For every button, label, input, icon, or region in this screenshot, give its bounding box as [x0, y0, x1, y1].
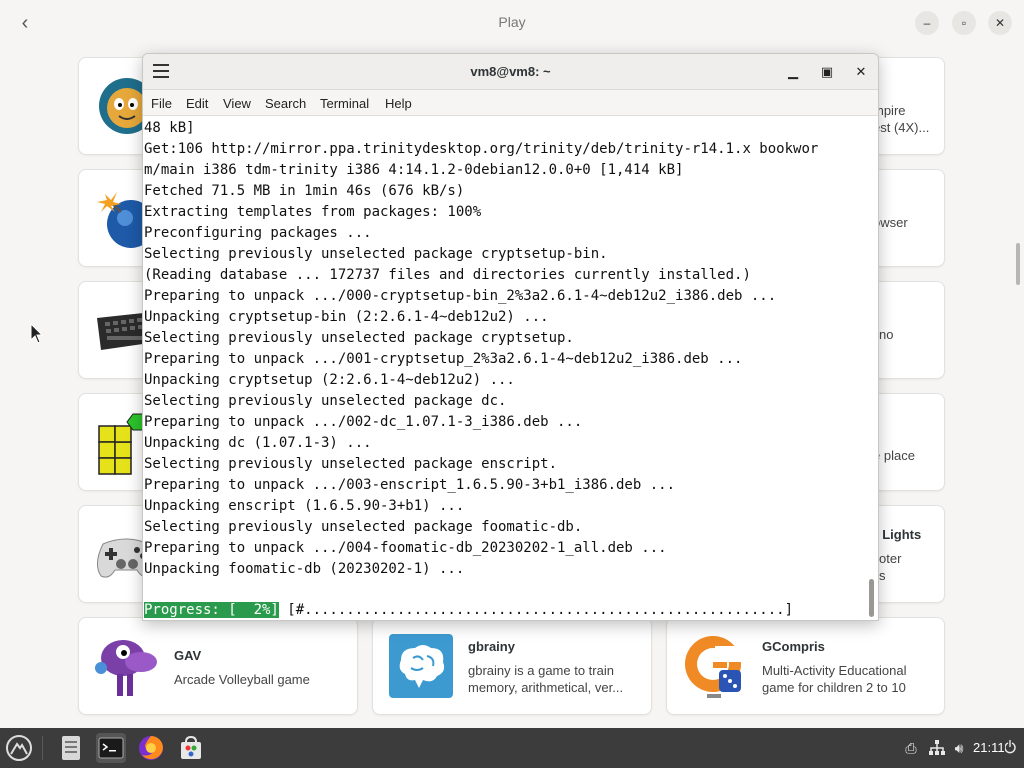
maximize-button[interactable]: ▫	[952, 11, 976, 35]
menu-edit[interactable]: Edit	[186, 96, 208, 111]
terminal-line: 48 kB]	[144, 120, 195, 136]
terminal-line: Unpacking cryptsetup-bin (2:2.6.1-4~deb1…	[144, 309, 549, 325]
clock[interactable]: 21:11	[973, 740, 1005, 755]
progress-label: Progress: [ 2%]	[144, 602, 279, 618]
terminal-line: Unpacking foomatic-db (20230202-1) ...	[144, 561, 465, 577]
taskbar: ⎙ 🔊︎ 21:11	[0, 728, 1024, 768]
terminal-line: Preparing to unpack .../002-dc_1.07.1-3_…	[144, 414, 583, 430]
terminal-line: Unpacking cryptsetup (2:2.6.1-4~deb12u2)…	[144, 372, 515, 388]
terminal-line: Selecting previously unselected package …	[144, 246, 608, 262]
terminal-close-button[interactable]: ✕	[851, 62, 871, 82]
app-description: Multi-Activity Educational	[762, 663, 907, 678]
app-title: gbrainy	[468, 639, 515, 654]
firefox-icon[interactable]	[136, 733, 166, 763]
taskbar-separator	[42, 736, 43, 760]
progress-bar-text: [#......................................…	[278, 602, 794, 618]
menu-file[interactable]: File	[151, 96, 172, 111]
menu-view[interactable]: View	[223, 96, 251, 111]
terminal-window[interactable]: vm8@vm8: ~ ▁ ▣ ✕ File Edit View Search T…	[142, 53, 879, 621]
app-card-gbrainy[interactable]: gbrainy gbrainy is a game to train memor…	[372, 617, 652, 715]
network-icon[interactable]	[928, 739, 946, 757]
software-store-icon[interactable]	[176, 733, 206, 763]
minimize-button[interactable]: –	[915, 11, 939, 35]
terminal-line: (Reading database ... 172737 files and d…	[144, 267, 751, 283]
app-description: s	[879, 568, 886, 583]
terminal-line: Selecting previously unselected package …	[144, 330, 574, 346]
menu-help[interactable]: Help	[385, 96, 412, 111]
terminal-line: Preconfiguring packages ...	[144, 225, 372, 241]
app-card-gcompris[interactable]: GCompris Multi-Activity Educational game…	[666, 617, 945, 715]
terminal-line: Extracting templates from packages: 100%	[144, 204, 482, 220]
app-description: est (4X)...	[873, 120, 930, 135]
app-description: gbrainy is a game to train	[468, 663, 614, 678]
gcompris-icon	[685, 636, 743, 698]
app-description: no	[879, 327, 894, 342]
start-menu-icon[interactable]	[4, 733, 34, 763]
menu-search[interactable]: Search	[265, 96, 306, 111]
terminal-scrollbar[interactable]	[865, 117, 878, 620]
printer-icon[interactable]: ⎙	[902, 739, 920, 757]
terminal-title: vm8@vm8: ~	[470, 64, 551, 79]
power-icon[interactable]	[1005, 739, 1023, 757]
terminal-menubar: File Edit View Search Terminal Help	[143, 90, 878, 116]
app-card-gav[interactable]: GAV Arcade Volleyball game	[78, 617, 358, 715]
terminal-line: Unpacking dc (1.07.1-3) ...	[144, 435, 372, 451]
terminal-line: Preparing to unpack .../001-cryptsetup_2…	[144, 351, 743, 367]
terminal-minimize-button[interactable]: ▁	[783, 62, 803, 82]
terminal-maximize-button[interactable]: ▣	[817, 62, 837, 82]
terminal-line: m/main i386 tdm-trinity i386 4:14.1.2-0d…	[144, 162, 684, 178]
terminal-titlebar[interactable]: vm8@vm8: ~ ▁ ▣ ✕	[143, 54, 878, 90]
terminal-line: Selecting previously unselected package …	[144, 519, 583, 535]
app-title: GAV	[174, 648, 202, 663]
gav-game-icon	[95, 640, 157, 696]
app-title: GCompris	[762, 639, 825, 654]
terminal-line: Fetched 71.5 MB in 1min 46s (676 kB/s)	[144, 183, 465, 199]
terminal-line: Get:106 http://mirror.ppa.trinitydesktop…	[144, 141, 819, 157]
progress-line: Progress: [ 2%] [#......................…	[144, 600, 793, 620]
software-center-header: ‹ Play – ▫ ✕	[0, 0, 1024, 46]
terminal-line: Unpacking enscript (1.6.5.90-3+b1) ...	[144, 498, 465, 514]
volume-icon[interactable]: 🔊︎	[950, 739, 968, 757]
menu-terminal[interactable]: Terminal	[320, 96, 369, 111]
page-scrollbar[interactable]	[1016, 243, 1020, 285]
close-button[interactable]: ✕	[988, 11, 1012, 35]
mouse-pointer-icon	[30, 323, 44, 344]
app-description: memory, arithmetical, ver...	[468, 680, 624, 695]
terminal-scrollbar-thumb[interactable]	[869, 579, 874, 617]
terminal-output[interactable]: Progress: [ 2%] [#......................…	[143, 117, 865, 620]
terminal-line: Preparing to unpack .../003-enscript_1.6…	[144, 477, 676, 493]
app-description: e place	[873, 448, 915, 463]
app-description: game for children 2 to 10	[762, 680, 906, 695]
page-title: Play	[498, 14, 526, 30]
app-description: oter	[879, 551, 902, 566]
file-manager-icon[interactable]	[56, 733, 86, 763]
terminal-taskbar-icon[interactable]	[96, 733, 126, 763]
terminal-line: Preparing to unpack .../004-foomatic-db_…	[144, 540, 667, 556]
app-title: l Lights	[875, 527, 922, 542]
brain-icon	[389, 634, 453, 698]
terminal-line: Selecting previously unselected package …	[144, 456, 558, 472]
terminal-line: Selecting previously unselected package …	[144, 393, 507, 409]
app-description: Arcade Volleyball game	[174, 672, 310, 687]
terminal-line: Preparing to unpack .../000-cryptsetup-b…	[144, 288, 777, 304]
